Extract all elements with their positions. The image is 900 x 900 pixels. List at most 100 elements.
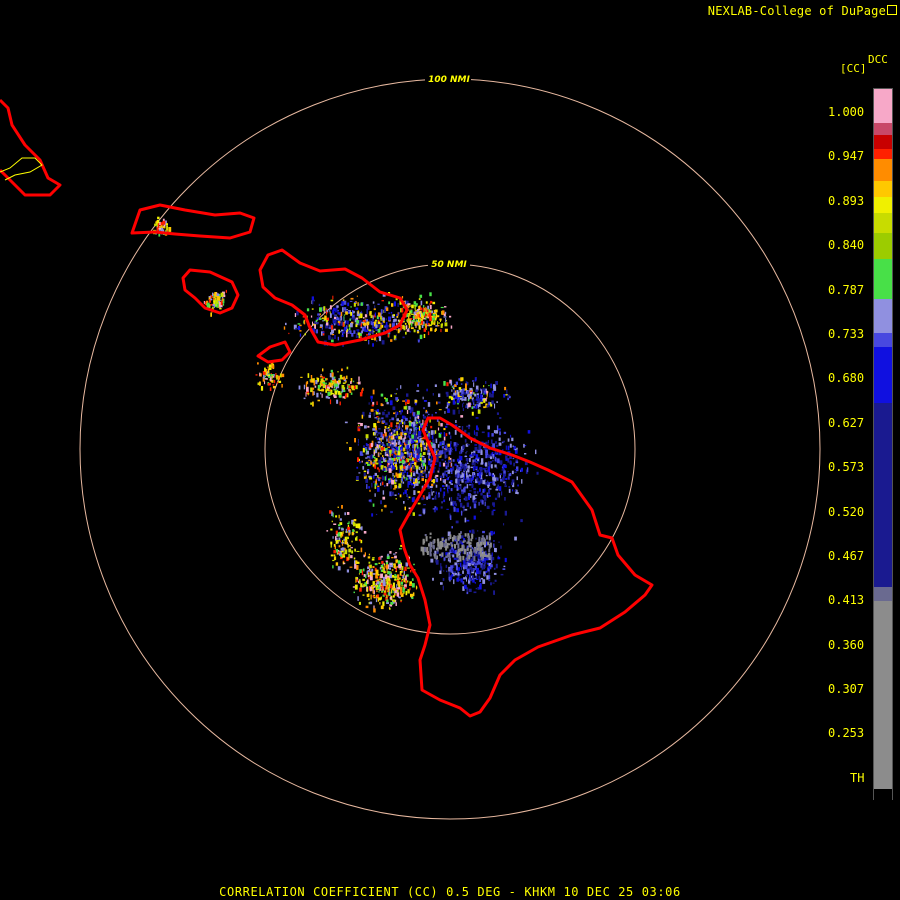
radar-echo-pixel: [357, 302, 359, 306]
radar-echo-pixel: [368, 553, 370, 556]
radar-echo-pixel: [485, 469, 489, 473]
radar-echo-pixel: [333, 307, 336, 311]
radar-echo-pixel: [337, 506, 339, 508]
radar-echo-pixel: [394, 462, 398, 464]
radar-echo-pixel: [362, 466, 365, 470]
radar-echo-pixel: [458, 533, 461, 536]
radar-echo-pixel: [396, 388, 398, 391]
radar-echo-pixel: [407, 567, 410, 569]
radar-echo-pixel: [326, 378, 328, 381]
radar-echo-pixel: [453, 501, 457, 505]
radar-echo-pixel: [371, 482, 373, 488]
radar-echo-pixel: [257, 382, 259, 386]
radar-echo-pixel: [483, 565, 485, 570]
radar-echo-pixel: [466, 475, 469, 478]
radar-echo-pixel: [502, 568, 506, 570]
radar-echo-pixel: [157, 223, 160, 229]
radar-echo-pixel: [397, 581, 401, 586]
radar-echo-pixel: [372, 428, 376, 431]
radar-echo-pixel: [413, 437, 416, 439]
radar-echo-pixel: [520, 519, 523, 523]
radar-echo-pixel: [382, 496, 386, 500]
radar-echo-pixel: [415, 443, 419, 445]
radar-echo-pixel: [458, 578, 462, 581]
radar-echo-pixel: [409, 416, 411, 420]
radar-echo-pixel: [358, 303, 361, 306]
radar-echo-pixel: [413, 465, 415, 470]
radar-echo-pixel: [381, 509, 383, 512]
external-link-icon[interactable]: [887, 5, 897, 15]
radar-echo-pixel: [330, 528, 333, 531]
radar-echo-pixel: [483, 551, 486, 557]
radar-echo-pixel: [346, 366, 349, 370]
legend-tick-label: 0.733: [828, 327, 865, 341]
radar-echo-pixel: [488, 494, 491, 497]
radar-echo-pixel: [469, 542, 472, 545]
radar-echo-pixel: [383, 592, 387, 596]
radar-echo-pixel: [343, 562, 346, 565]
radar-echo-pixel: [319, 313, 321, 316]
radar-echo-pixel: [474, 446, 478, 452]
radar-echo-pixel: [409, 435, 411, 439]
radar-echo-pixel: [329, 311, 331, 314]
radar-echo-pixel: [460, 377, 463, 382]
radar-echo-pixel: [441, 459, 444, 461]
radar-echo-pixel: [409, 456, 411, 459]
radar-echo-pixel: [321, 388, 325, 392]
radar-echo-pixel: [340, 311, 343, 316]
radar-echo-pixel: [491, 510, 494, 516]
radar-echo-pixel: [299, 330, 302, 332]
radar-echo-pixel: [462, 555, 465, 561]
radar-echo-pixel: [489, 392, 491, 398]
radar-echo-pixel: [504, 464, 507, 469]
radar-echo-pixel: [394, 464, 397, 468]
radar-echo-pixel: [445, 470, 449, 472]
radar-echo-pixel: [475, 537, 477, 540]
radar-echo-pixel: [449, 497, 451, 501]
radar-echo-pixel: [485, 454, 488, 459]
radar-echo-pixel: [405, 325, 408, 330]
radar-echo-pixel: [459, 556, 462, 562]
radar-echo-pixel: [373, 308, 376, 310]
radar-echo-layer: [153, 216, 539, 613]
radar-echo-pixel: [461, 489, 464, 492]
radar-echo-pixel: [450, 441, 452, 445]
radar-echo-pixel: [325, 308, 328, 310]
radar-echo-pixel: [384, 563, 386, 566]
radar-echo-pixel: [375, 598, 377, 603]
radar-echo-pixel: [346, 569, 349, 573]
radar-echo-pixel: [447, 443, 451, 447]
radar-echo-pixel: [351, 385, 354, 389]
radar-echo-pixel: [411, 327, 414, 330]
legend-segment-darkred: [874, 135, 892, 149]
radar-echo-pixel: [422, 452, 426, 455]
radar-echo-pixel: [508, 476, 510, 480]
radar-echo-pixel: [434, 476, 437, 479]
radar-echo-pixel: [445, 484, 448, 487]
radar-echo-pixel: [393, 553, 396, 555]
radar-echo-pixel: [489, 481, 492, 484]
radar-echo-pixel: [463, 539, 466, 543]
radar-echo-pixel: [433, 430, 435, 435]
radar-echo-pixel: [366, 580, 367, 584]
radar-echo-pixel: [510, 434, 512, 438]
radar-echo-pixel: [367, 446, 369, 450]
radar-echo-pixel: [464, 397, 467, 401]
radar-echo-pixel: [473, 577, 477, 580]
radar-echo-pixel: [431, 497, 435, 500]
radar-echo-pixel: [423, 334, 426, 338]
radar-echo-pixel: [467, 571, 470, 573]
radar-echo-pixel: [403, 573, 405, 577]
radar-echo-pixel: [445, 391, 449, 395]
radar-echo-pixel: [430, 327, 433, 332]
radar-echo-pixel: [494, 441, 498, 444]
radar-echo-pixel: [329, 399, 332, 405]
radar-echo-pixel: [413, 481, 415, 484]
radar-echo-pixel: [375, 430, 378, 434]
radar-echo-pixel: [456, 390, 459, 395]
radar-echo-pixel: [446, 478, 449, 481]
radar-echo-pixel: [384, 584, 386, 586]
radar-echo-pixel: [382, 411, 385, 416]
radar-echo-pixel: [429, 546, 432, 552]
radar-echo-pixel: [406, 471, 409, 476]
